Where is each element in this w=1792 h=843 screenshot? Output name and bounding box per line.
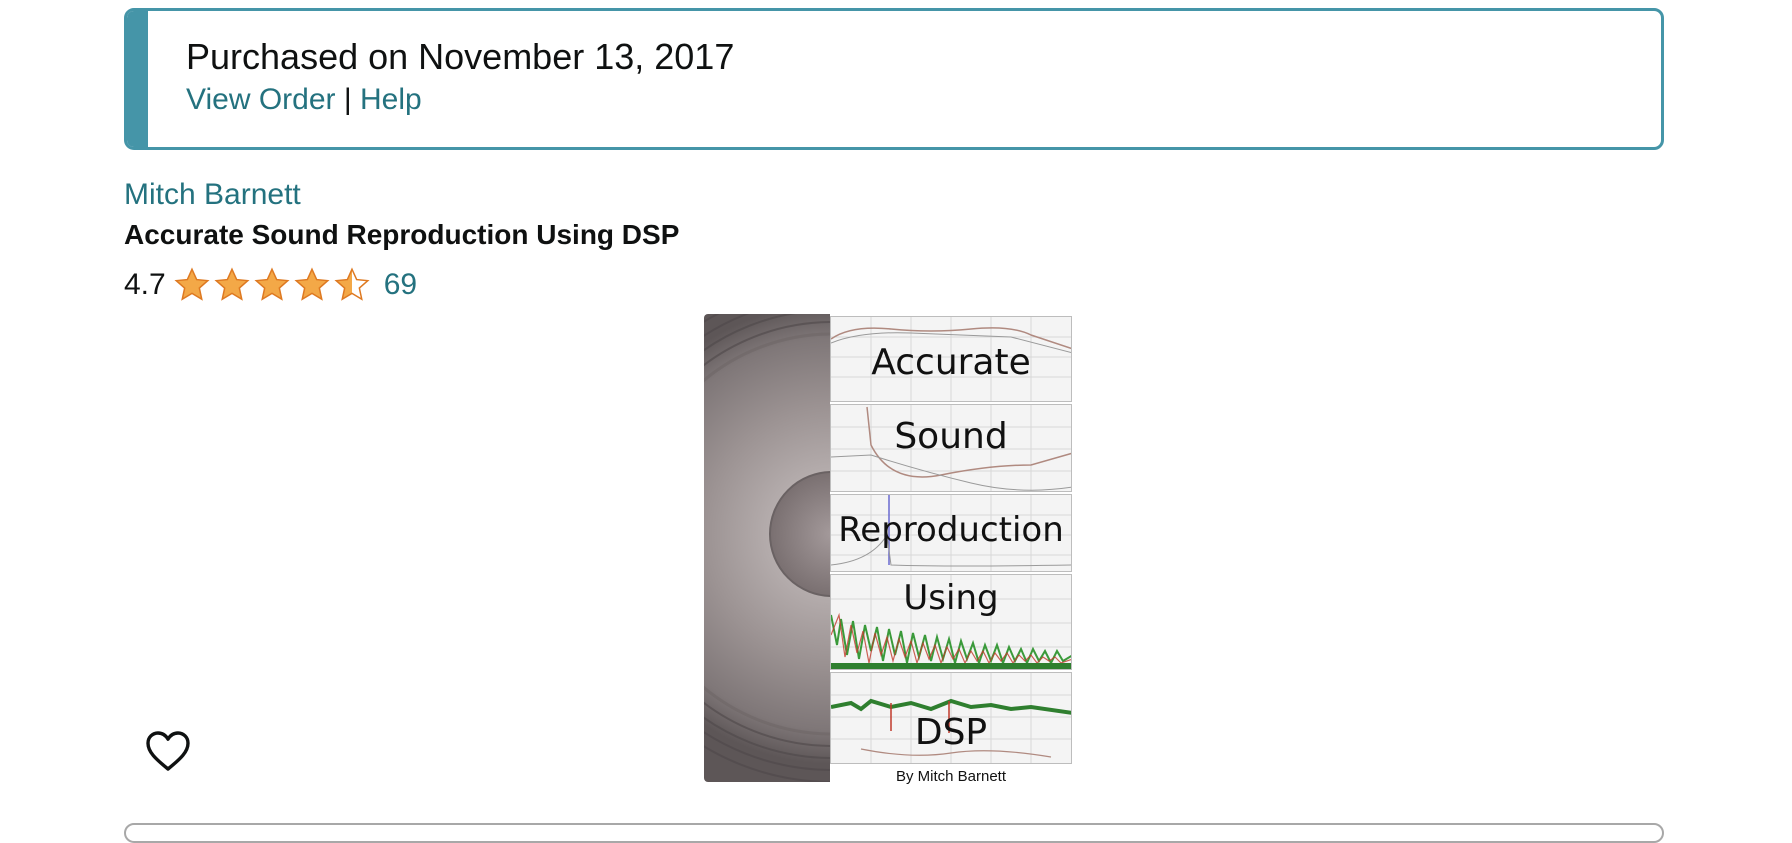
cover-panel-reproduction: Reproduction	[830, 494, 1072, 572]
star-icon	[174, 267, 210, 301]
cover-word-reproduction: Reproduction	[838, 510, 1064, 550]
purchase-info-box: Purchased on November 13, 2017 View Orde…	[124, 8, 1664, 150]
speaker-cone-picture	[704, 314, 830, 782]
cover-panel-sound: Sound	[830, 404, 1072, 492]
cover-byline: By Mitch Barnett	[895, 768, 1007, 785]
book-title: Accurate Sound Reproduction Using DSP	[124, 219, 680, 250]
cover-word-sound: Sound	[894, 416, 1008, 457]
ratings-count-link[interactable]: 69	[384, 268, 417, 302]
cover-panel-accurate: Accurate	[830, 316, 1072, 402]
purchase-links: View Order | Help	[186, 85, 422, 115]
cover-panel-dsp: DSP	[830, 672, 1072, 764]
purchase-date-text: Purchased on November 13, 2017	[186, 36, 735, 77]
book-cover-image[interactable]: Accurate Sound Reproduction Using DSP By…	[704, 314, 1072, 785]
view-order-link[interactable]: View Order	[186, 83, 336, 116]
help-link[interactable]: Help	[360, 83, 422, 116]
star-rating[interactable]	[174, 267, 370, 303]
next-card-border	[124, 823, 1664, 843]
star-icon	[214, 267, 250, 301]
cover-word-dsp: DSP	[914, 712, 988, 753]
author-link[interactable]: Mitch Barnett	[124, 180, 301, 210]
star-icon	[254, 267, 290, 301]
cover-word-using: Using	[903, 578, 999, 618]
star-half-icon	[334, 267, 370, 301]
links-separator: |	[343, 83, 352, 116]
star-icon	[294, 267, 330, 301]
purchase-box-accent-bar	[127, 11, 148, 147]
rating-row: 4.7 69	[124, 265, 417, 305]
wishlist-heart-icon[interactable]	[144, 728, 192, 772]
cover-word-accurate: Accurate	[871, 342, 1031, 383]
cover-panel-using: Using	[830, 574, 1072, 670]
rating-value: 4.7	[124, 268, 166, 301]
